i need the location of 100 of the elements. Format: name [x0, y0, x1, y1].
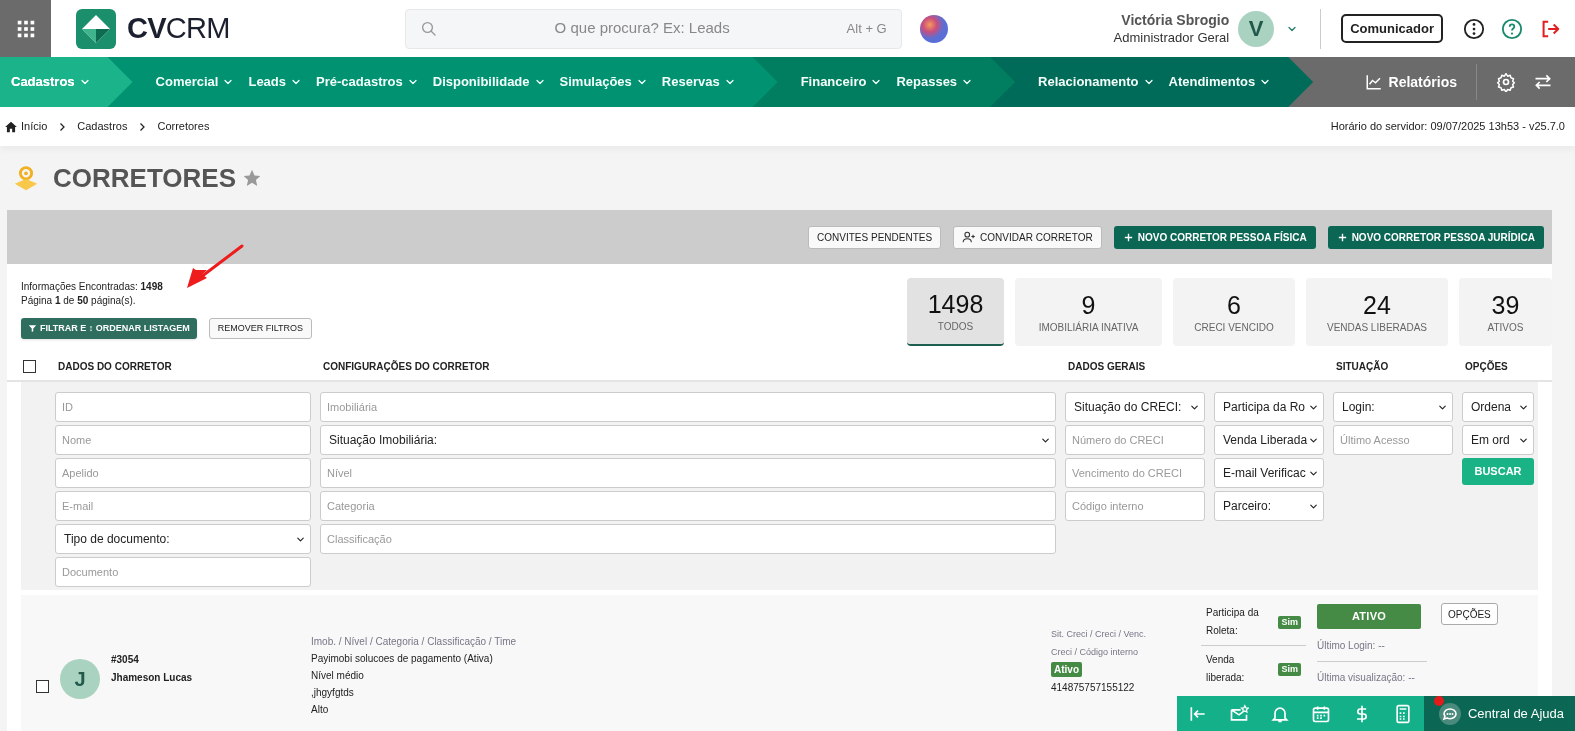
menu-item[interactable]: Comercial	[155, 72, 235, 92]
help-button[interactable]	[1501, 17, 1523, 40]
stat-value: 1498	[927, 288, 984, 319]
results-summary: Informações Encontradas: 1498	[21, 280, 164, 294]
remove-filters-button[interactable]: REMOVER FILTROS	[208, 318, 312, 339]
stat-value: 39	[1491, 289, 1520, 320]
config-value: Alto	[311, 703, 330, 717]
stat-tab[interactable]: 1498 TODOS	[907, 278, 1004, 346]
user-avatar[interactable]: V	[1238, 10, 1275, 47]
stat-label: TODOS	[937, 319, 974, 334]
dropdown[interactable]: Venda Liberada	[1214, 425, 1324, 455]
dropdown[interactable]: Parceiro:	[1214, 491, 1324, 521]
creci-number: 414875757155122	[1051, 681, 1136, 695]
invite-button[interactable]: CONVIDAR CORRETOR	[953, 225, 1102, 249]
messages-button[interactable]	[1228, 703, 1249, 724]
field-caption: Imob. / Nível / Categoria / Classificação / Time	[311, 635, 518, 649]
menu-item[interactable]: Simulações	[559, 72, 648, 92]
status-button[interactable]: ATIVO	[1317, 603, 1421, 629]
input-field[interactable]: Documento	[55, 557, 311, 587]
search-placeholder: O que procura? Ex: Leads	[553, 18, 731, 39]
switch-button[interactable]	[1533, 72, 1553, 92]
breadcrumb-link[interactable]: Início	[21, 118, 48, 135]
input-field[interactable]: Código interno	[1065, 491, 1205, 521]
dropdown[interactable]: Ordena	[1462, 392, 1534, 422]
pending-invites-button[interactable]: CONVITES PENDENTES	[808, 225, 942, 249]
input-field[interactable]: Último Acesso	[1333, 425, 1453, 455]
input-field[interactable]: Número do CRECI	[1065, 425, 1205, 455]
input-field[interactable]: Categoria	[320, 491, 1056, 521]
new-broker-button[interactable]: NOVO CORRETOR PESSOA FÍSICA	[1113, 225, 1316, 249]
apps-menu-button[interactable]	[0, 0, 51, 57]
dropdown[interactable]: Situação do CRECI:	[1065, 392, 1205, 422]
dropdown[interactable]: E-mail Verificac	[1214, 458, 1324, 488]
stat-label: CRECI VENCIDO	[1194, 320, 1274, 335]
plus-icon	[1336, 231, 1348, 243]
broker-avatar: J	[60, 659, 100, 699]
settings-icon	[1496, 72, 1516, 92]
home-icon	[4, 119, 18, 134]
globe-icon	[918, 13, 949, 44]
plus-icon	[1122, 231, 1134, 243]
breadcrumb-link[interactable]: Corretores	[157, 118, 210, 135]
user-name: Victória Sbrogio	[1120, 11, 1230, 29]
flag-badge: Sim	[1278, 662, 1301, 676]
swap-arrows-icon	[1533, 72, 1553, 92]
input-field[interactable]: Apelido	[55, 458, 311, 488]
input-field[interactable]: Nome	[55, 425, 311, 455]
help-center-button[interactable]: Central de Ajuda	[1423, 696, 1575, 731]
communicator-button[interactable]: Comunicador	[1341, 14, 1443, 43]
menu-item[interactable]: Relacionamento	[1038, 72, 1155, 92]
dropdown[interactable]: Em ord	[1462, 425, 1534, 455]
logo-text: CVCRM	[127, 10, 230, 46]
stat-tab[interactable]: 6 CRECI VENCIDO	[1173, 278, 1295, 346]
input-field[interactable]: Nível	[320, 458, 1056, 488]
stat-value: 6	[1227, 289, 1241, 320]
column-header: DADOS DO CORRETOR	[57, 359, 173, 374]
logo-icon	[76, 8, 116, 49]
menu-item[interactable]: Repasses	[896, 72, 974, 92]
more-options-button[interactable]	[1463, 17, 1485, 40]
input-field[interactable]: Vencimento do CRECI	[1065, 458, 1205, 488]
filter-icon	[28, 324, 37, 333]
search-icon	[419, 19, 438, 38]
select-all-checkbox[interactable]	[23, 359, 36, 373]
user-plus-icon	[962, 230, 977, 244]
dropdown[interactable]: Login:	[1333, 392, 1453, 422]
menu-item[interactable]: Pré-cadastros	[316, 72, 419, 92]
stat-value: 9	[1081, 289, 1096, 320]
page-title: CORRETORES	[53, 161, 236, 195]
input-field[interactable]: Imobiliária	[320, 392, 1056, 422]
favorite-button[interactable]	[242, 168, 262, 188]
filter-button[interactable]: FILTRAR E ↕ ORDENAR LISTAGEM	[21, 318, 197, 339]
shortcut-hint: Alt + G	[846, 19, 887, 38]
menu-item[interactable]: Financeiro	[800, 72, 883, 92]
stat-label: IMOBILIÁRIA INATIVA	[1038, 320, 1139, 335]
column-header: CONFIGURAÇÕES DO CORRETOR	[322, 359, 491, 374]
input-field[interactable]: ID	[55, 392, 311, 422]
stat-tab[interactable]: 9 IMOBILIÁRIA INATIVA	[1015, 278, 1162, 346]
stat-tab[interactable]: 24 VENDAS LIBERADAS	[1306, 278, 1448, 346]
broker-id: #3054	[111, 653, 140, 667]
dropdown[interactable]: Situação Imobiliária:	[320, 425, 1056, 455]
server-time: Horário do servidor: 09/07/2025 13h53 - v25.7.0	[1330, 119, 1565, 135]
stat-tab[interactable]: 39 ATIVOS	[1459, 278, 1552, 346]
envelope-star-icon	[1228, 703, 1249, 724]
menu-item[interactable]: Atendimentos	[1168, 72, 1272, 92]
dropdown[interactable]: Participa da Ro	[1214, 392, 1324, 422]
dropdown[interactable]: Tipo de documento:	[55, 524, 311, 554]
options-button[interactable]: OPÇÕES	[1441, 603, 1498, 625]
row-checkbox[interactable]	[36, 680, 49, 693]
stat-value: 24	[1363, 289, 1391, 320]
flag-label: Participa da Roleta:	[1206, 606, 1260, 638]
reports-link[interactable]: Relatórios	[1364, 71, 1457, 93]
config-value: Payimobi solucoes de pagamento (Ativa)	[311, 652, 494, 666]
column-header: SITUAÇÃO	[1335, 359, 1390, 374]
menu-item[interactable]: Disponibilidade	[432, 72, 546, 92]
input-field[interactable]: Classificação	[320, 524, 1056, 554]
menu-item[interactable]: Leads	[248, 72, 303, 92]
input-field[interactable]: E-mail	[55, 491, 311, 521]
menu-item[interactable]: Reservas	[661, 72, 736, 92]
settings-button[interactable]	[1496, 72, 1516, 92]
stat-label: VENDAS LIBERADAS	[1326, 320, 1427, 335]
new-broker-button[interactable]: NOVO CORRETOR PESSOA JURÍDICA	[1327, 225, 1544, 249]
breadcrumb-link[interactable]: Cadastros	[77, 118, 128, 135]
